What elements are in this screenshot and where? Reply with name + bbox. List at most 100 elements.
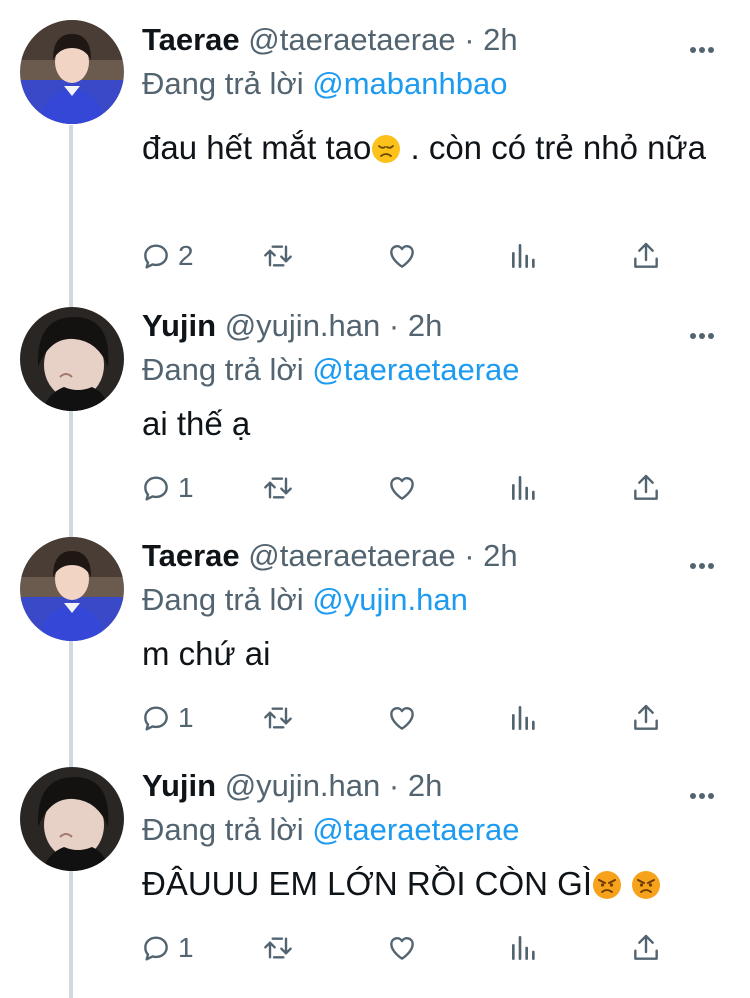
avatar[interactable] (20, 20, 124, 124)
retweet-icon (262, 932, 294, 964)
tweet-body: ĐÂUUU EM LỚN RỒI CÒN GÌ (142, 865, 592, 902)
like-icon (386, 240, 418, 272)
share-button[interactable] (630, 930, 662, 966)
retweet-button[interactable] (262, 930, 294, 966)
replying-to-label: Đang trả lời (142, 582, 304, 617)
views-button[interactable] (508, 700, 540, 736)
more-icon[interactable] (690, 40, 717, 58)
mention-link[interactable]: @taeraetaerae (312, 352, 519, 387)
share-button[interactable] (630, 470, 662, 506)
angry-face-icon (631, 870, 661, 900)
share-button[interactable] (630, 238, 662, 274)
replying-to: Đang trả lời @taeraetaerae (142, 812, 520, 848)
reply-count: 2 (178, 240, 194, 271)
reply-button[interactable]: 2 (140, 238, 194, 274)
tweet-body: ai thế ạ (142, 405, 251, 442)
share-icon (630, 932, 662, 964)
views-button[interactable] (508, 238, 540, 274)
tweet-header: Taerae @taeraetaerae · 2h (142, 538, 518, 574)
replying-to: Đang trả lời @mabanhbao (142, 66, 507, 102)
retweet-icon (262, 240, 294, 272)
mention-link[interactable]: @yujin.han (312, 582, 468, 617)
tweet-text: đau hết mắt tao . còn có trẻ nhỏ nữa (142, 126, 722, 170)
share-icon (630, 702, 662, 734)
tweet-text: ĐÂUUU EM LỚN RỒI CÒN GÌ (142, 862, 722, 906)
share-icon (630, 240, 662, 272)
tweet-body-tail: . còn có trẻ nhỏ nữa (401, 129, 706, 166)
mention-link[interactable]: @mabanhbao (312, 66, 507, 101)
retweet-button[interactable] (262, 700, 294, 736)
views-icon (508, 472, 540, 504)
views-icon (508, 240, 540, 272)
like-button[interactable] (386, 700, 418, 736)
timestamp[interactable]: 2h (408, 768, 442, 803)
display-name[interactable]: Taerae (142, 538, 240, 573)
tweet-actions: 2 (140, 238, 720, 274)
disappointed-face-icon (371, 134, 401, 164)
retweet-icon (262, 702, 294, 734)
like-icon (386, 702, 418, 734)
tweet-text: ai thế ạ (142, 402, 722, 446)
tweet-text: m chứ ai (142, 632, 722, 676)
share-icon (630, 472, 662, 504)
like-button[interactable] (386, 470, 418, 506)
user-handle[interactable]: @taeraetaerae (248, 538, 455, 573)
tweet-header: Yujin @yujin.han · 2h (142, 768, 442, 804)
display-name[interactable]: Taerae (142, 22, 240, 57)
reply-icon (140, 240, 172, 272)
retweet-button[interactable] (262, 238, 294, 274)
views-icon (508, 702, 540, 734)
avatar[interactable] (20, 537, 124, 641)
display-name[interactable]: Yujin (142, 308, 216, 343)
separator: · (388, 308, 400, 343)
user-handle[interactable]: @taeraetaerae (248, 22, 455, 57)
like-button[interactable] (386, 238, 418, 274)
tweet-actions: 1 (140, 930, 720, 966)
reply-icon (140, 932, 172, 964)
views-button[interactable] (508, 930, 540, 966)
replying-to: Đang trả lời @taeraetaerae (142, 352, 520, 388)
like-icon (386, 472, 418, 504)
separator: · (388, 768, 400, 803)
replying-to-label: Đang trả lời (142, 812, 304, 847)
reply-button[interactable]: 1 (140, 930, 194, 966)
reply-count: 1 (178, 702, 194, 733)
replying-to-label: Đang trả lời (142, 352, 304, 387)
more-icon[interactable] (690, 326, 717, 344)
reply-button[interactable]: 1 (140, 470, 194, 506)
timestamp[interactable]: 2h (483, 538, 517, 573)
separator: · (464, 22, 475, 57)
display-name[interactable]: Yujin (142, 768, 216, 803)
reply-icon (140, 472, 172, 504)
user-handle[interactable]: @yujin.han (225, 308, 381, 343)
timestamp[interactable]: 2h (483, 22, 517, 57)
angry-face-icon (592, 870, 622, 900)
tweet-actions: 1 (140, 700, 720, 736)
tweet-header: Yujin @yujin.han · 2h (142, 308, 442, 344)
avatar[interactable] (20, 307, 124, 411)
more-icon[interactable] (690, 786, 717, 804)
avatar[interactable] (20, 767, 124, 871)
tweet-body: đau hết mắt tao (142, 129, 372, 166)
timestamp[interactable]: 2h (408, 308, 442, 343)
user-handle[interactable]: @yujin.han (225, 768, 381, 803)
replying-to-label: Đang trả lời (142, 66, 304, 101)
retweet-icon (262, 472, 294, 504)
reply-count: 1 (178, 932, 194, 963)
tweet-actions: 1 (140, 470, 720, 506)
views-icon (508, 932, 540, 964)
tweet-body: m chứ ai (142, 635, 271, 672)
more-icon[interactable] (690, 556, 717, 574)
reply-button[interactable]: 1 (140, 700, 194, 736)
retweet-button[interactable] (262, 470, 294, 506)
like-icon (386, 932, 418, 964)
separator: · (464, 538, 475, 573)
views-button[interactable] (508, 470, 540, 506)
reply-count: 1 (178, 472, 194, 503)
reply-icon (140, 702, 172, 734)
mention-link[interactable]: @taeraetaerae (312, 812, 519, 847)
like-button[interactable] (386, 930, 418, 966)
tweet-header: Taerae @taeraetaerae · 2h (142, 22, 518, 58)
replying-to: Đang trả lời @yujin.han (142, 582, 468, 618)
share-button[interactable] (630, 700, 662, 736)
